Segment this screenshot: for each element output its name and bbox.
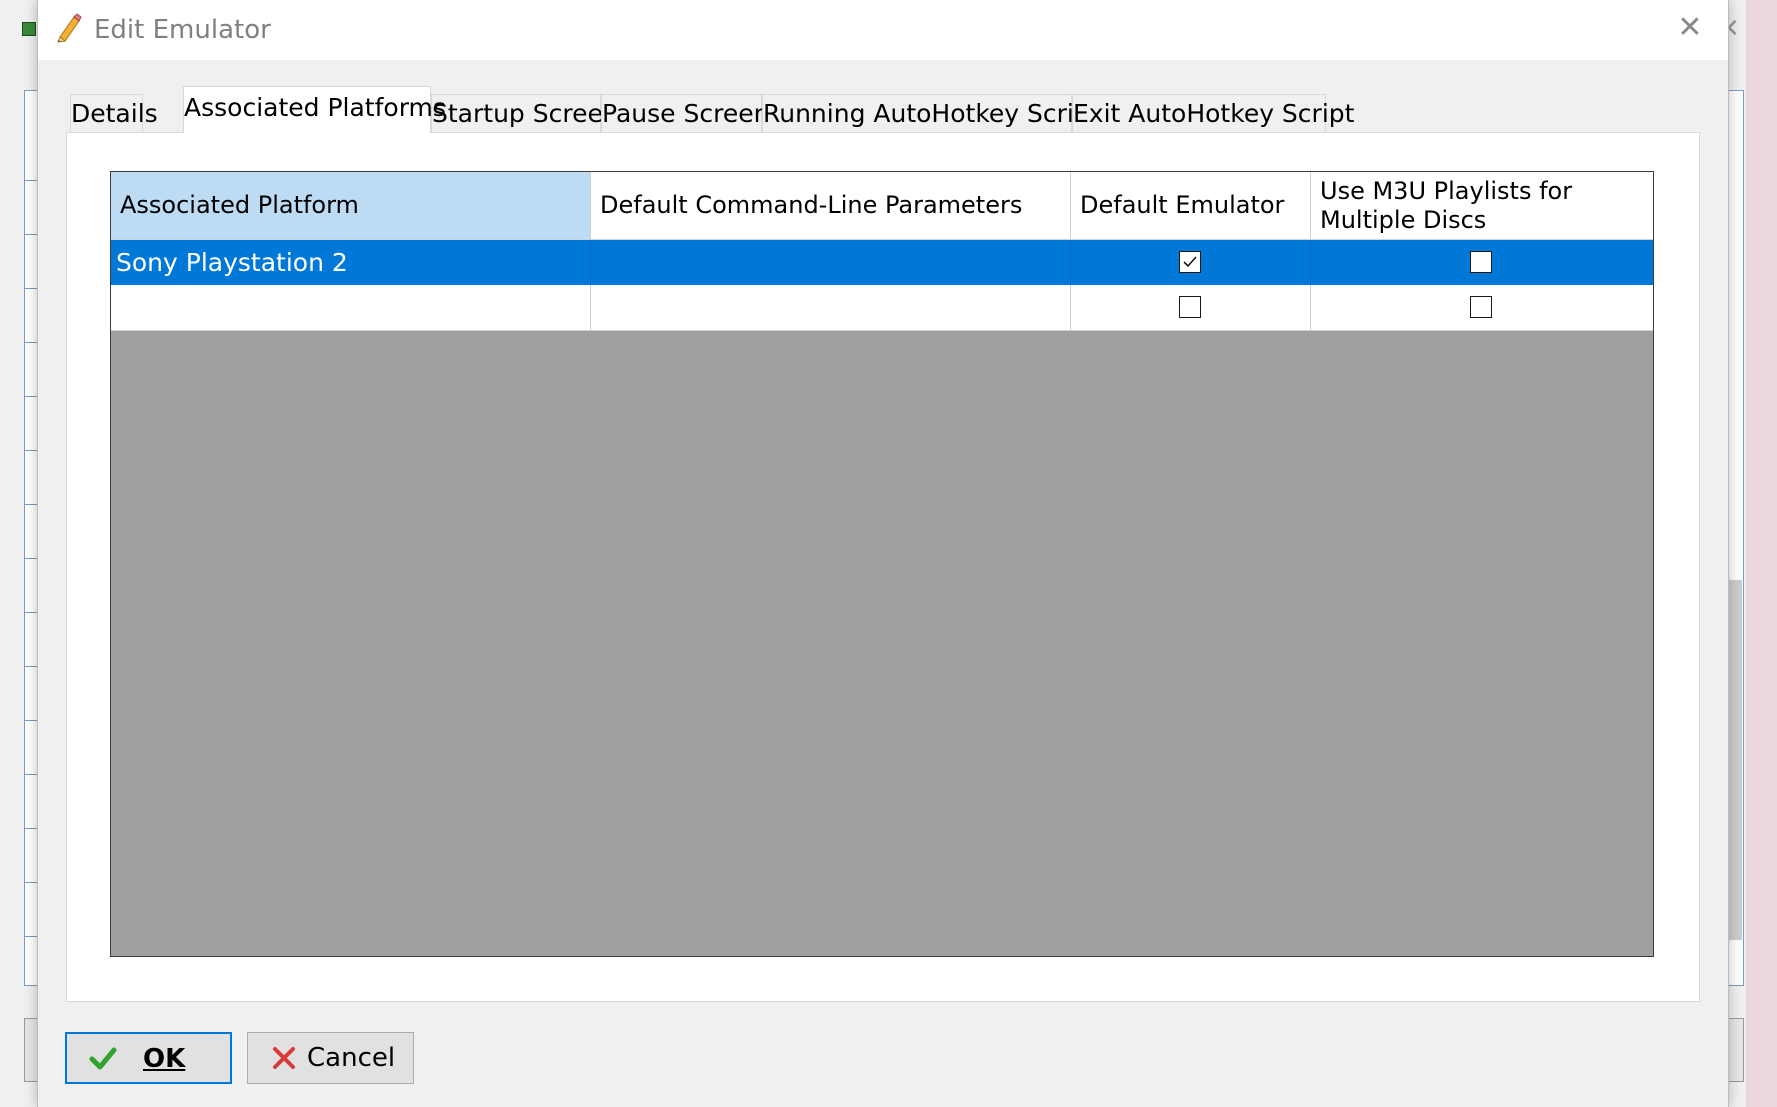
title-bar: Edit Emulator ✕ [38, 0, 1728, 60]
tab-exit-autohotkey-script[interactable]: Exit AutoHotkey Script [1072, 94, 1354, 132]
desktop-edge [1746, 0, 1777, 1107]
tab-label: Pause Screen [602, 99, 770, 128]
background-divider [24, 558, 38, 559]
tab-associated-platforms[interactable]: Associated Platforms [183, 86, 446, 133]
associated-platforms-panel: Associated Platform Default Command-Line… [66, 132, 1700, 1002]
use-m3u-cell[interactable] [1311, 285, 1653, 330]
default-emulator-cell[interactable] [1071, 240, 1311, 285]
params-cell[interactable] [591, 240, 1071, 285]
tab-label: Associated Platforms [184, 93, 446, 122]
app-icon [22, 22, 36, 36]
grid-header: Associated Platform Default Command-Line… [111, 172, 1653, 240]
dialog-title: Edit Emulator [94, 15, 271, 45]
use-m3u-cell[interactable] [1311, 240, 1653, 285]
background-divider [24, 936, 38, 937]
column-header-default-emulator[interactable]: Default Emulator [1071, 172, 1311, 239]
background-divider [24, 882, 38, 883]
platform-cell[interactable] [111, 285, 591, 330]
column-header-associated-platform[interactable]: Associated Platform [111, 172, 591, 239]
table-row[interactable] [111, 285, 1653, 331]
use-m3u-checkbox[interactable] [1470, 296, 1492, 318]
background-divider [24, 450, 38, 451]
params-cell[interactable] [591, 285, 1071, 330]
tab-label: Exit AutoHotkey Script [1073, 99, 1355, 128]
checkmark-icon [89, 1047, 117, 1070]
background-divider [24, 774, 38, 775]
cancel-button[interactable]: Cancel [247, 1032, 414, 1084]
column-header-label: Default Command-Line Parameters [600, 191, 1023, 219]
default-emulator-cell[interactable] [1071, 285, 1311, 330]
background-divider [24, 342, 38, 343]
column-header-use-m3u[interactable]: Use M3U Playlists for Multiple Discs [1311, 172, 1653, 239]
platform-cell[interactable]: Sony Playstation 2 [111, 240, 591, 285]
background-divider [24, 720, 38, 721]
column-header-label: Default Emulator [1080, 191, 1285, 219]
background-divider [24, 234, 38, 235]
platforms-grid[interactable]: Associated Platform Default Command-Line… [110, 171, 1654, 957]
tab-label: Details [71, 99, 158, 128]
column-header-command-line[interactable]: Default Command-Line Parameters [591, 172, 1071, 239]
background-scrollbar[interactable] [1728, 580, 1742, 940]
cancel-label: Cancel [307, 1043, 396, 1073]
background-divider [24, 666, 38, 667]
ok-label: OK [143, 1044, 186, 1074]
default-emulator-checkbox[interactable] [1179, 251, 1201, 273]
tab-pause-screen[interactable]: Pause Screen [601, 94, 769, 132]
background-divider [24, 180, 38, 181]
close-x-icon [273, 1047, 295, 1069]
ok-button[interactable]: OK [65, 1032, 232, 1084]
column-header-label: Associated Platform [120, 191, 359, 219]
checkmark-icon [1183, 256, 1197, 268]
tab-label: Running AutoHotkey Script [763, 99, 1100, 128]
tab-details[interactable]: Details [70, 94, 158, 132]
background-divider [24, 828, 38, 829]
background-divider [24, 612, 38, 613]
close-button[interactable]: ✕ [1670, 10, 1710, 46]
tab-startup-screen[interactable]: Startup Screen [431, 94, 619, 132]
tab-label: Startup Screen [432, 99, 619, 128]
pencil-icon [57, 13, 82, 43]
close-icon: ✕ [1677, 10, 1703, 45]
column-header-label: Use M3U Playlists for Multiple Discs [1320, 176, 1573, 234]
default-emulator-checkbox[interactable] [1179, 296, 1201, 318]
background-divider [24, 396, 38, 397]
use-m3u-checkbox[interactable] [1470, 251, 1492, 273]
table-row[interactable]: Sony Playstation 2 [111, 240, 1653, 285]
tab-running-autohotkey-script[interactable]: Running AutoHotkey Script [762, 94, 1100, 132]
edit-emulator-dialog: Edit Emulator ✕ Details Associated Platf… [37, 0, 1729, 1107]
background-divider [24, 288, 38, 289]
background-divider [24, 504, 38, 505]
